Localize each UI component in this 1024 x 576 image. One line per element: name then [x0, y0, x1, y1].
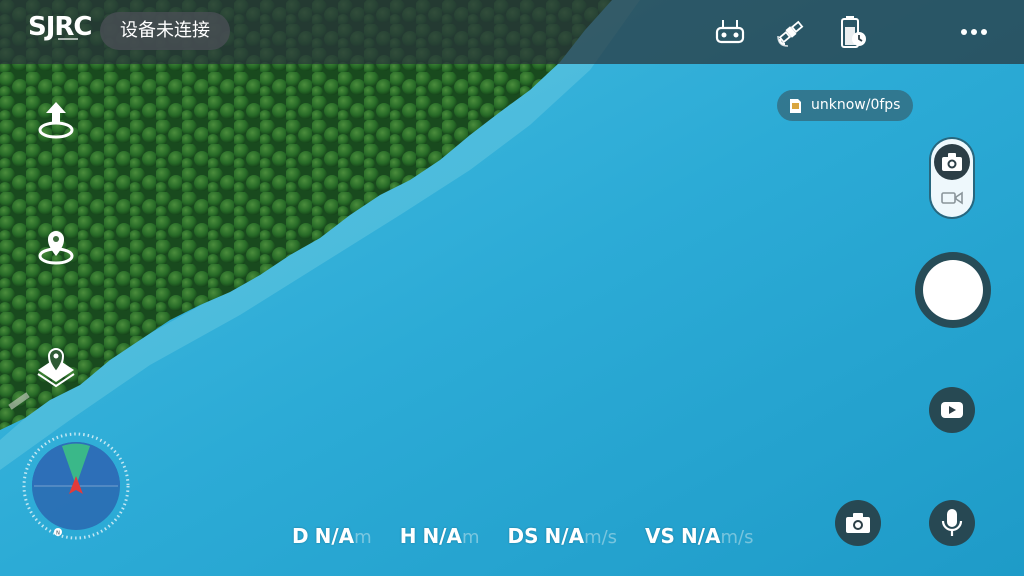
- satellite-icon[interactable]: [773, 12, 809, 52]
- camera-feed: [0, 0, 1024, 576]
- battery-timer-icon[interactable]: [834, 12, 870, 52]
- logo-underline: [58, 38, 78, 40]
- microphone-icon: [941, 509, 963, 536]
- drone-camera-screen: SJRC 设备未连接 unknow/0fps N D N/A m H N/A m…: [0, 0, 1024, 576]
- gallery-button[interactable]: [835, 500, 881, 546]
- photo-video-mode-switch[interactable]: [931, 139, 973, 217]
- waypoint-icon[interactable]: [36, 346, 76, 388]
- connection-status[interactable]: 设备未连接: [100, 12, 230, 50]
- camera-icon: [846, 513, 870, 533]
- svg-text:N: N: [56, 531, 60, 537]
- takeoff-icon[interactable]: [36, 100, 76, 140]
- telemetry-distance: D N/A m: [292, 524, 372, 548]
- shutter-inner: [923, 260, 983, 320]
- more-icon[interactable]: [952, 22, 996, 42]
- shutter-button[interactable]: [915, 252, 991, 328]
- video-mode-icon[interactable]: [940, 189, 964, 207]
- telemetry-bar: D N/A m H N/A m DS N/A m/s VS N/A m/s: [292, 524, 781, 552]
- telemetry-horizontal-speed: DS N/A m/s: [507, 524, 618, 548]
- home-point-icon[interactable]: [36, 226, 76, 266]
- top-bar: SJRC 设备未连接: [0, 0, 1024, 64]
- voice-button[interactable]: [929, 500, 975, 546]
- telemetry-vertical-speed: VS N/A m/s: [645, 524, 754, 548]
- remote-controller-icon[interactable]: [712, 12, 748, 52]
- sd-card-icon: [790, 98, 801, 113]
- telemetry-height: H N/A m: [399, 524, 480, 548]
- play-icon: [941, 402, 963, 418]
- playback-button[interactable]: [929, 387, 975, 433]
- photo-mode-icon[interactable]: [934, 144, 970, 180]
- compass-radar: N: [22, 432, 130, 540]
- sd-card-text: unknow/0fps: [811, 97, 901, 113]
- sd-card-status[interactable]: unknow/0fps: [777, 90, 914, 121]
